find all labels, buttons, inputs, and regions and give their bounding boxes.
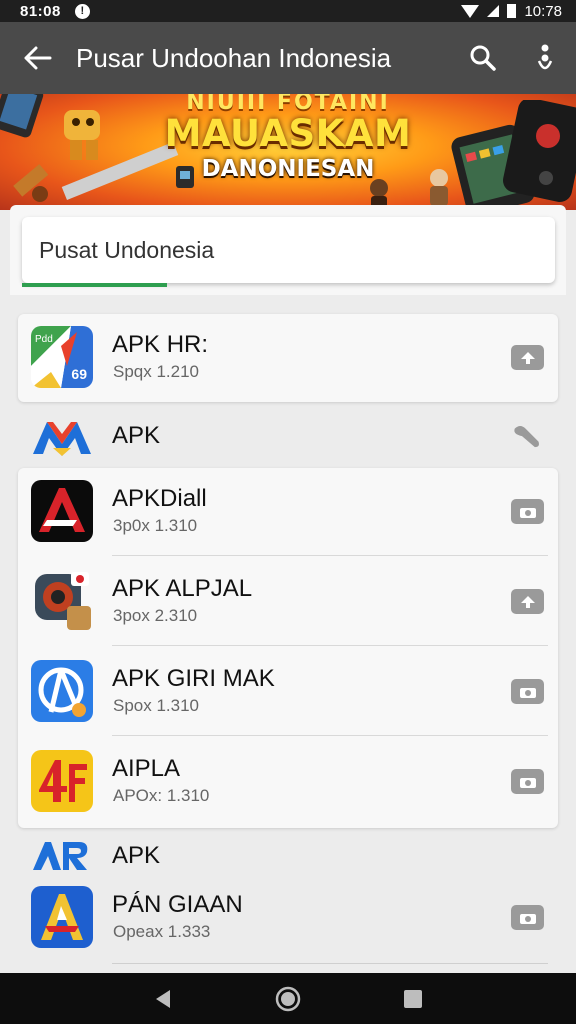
list-item[interactable]: Pdd 69 APK HR: Spqx 1.210 xyxy=(0,314,576,402)
pin-icon xyxy=(514,425,539,447)
list-item[interactable]: APK GIRI MAK Spox 1.310 xyxy=(0,648,576,736)
colored-map-icon: Pdd 69 xyxy=(31,326,93,388)
banner-headline: MAUASKAM xyxy=(164,112,412,155)
yellow-4f-icon xyxy=(31,750,93,812)
pin-button[interactable] xyxy=(511,424,544,449)
status-time-left: 81:08 xyxy=(20,2,61,20)
app-version: Spqx 1.210 xyxy=(113,362,200,381)
app-name: APK ALPJAL xyxy=(112,575,253,602)
app-version: 3p0x 1.310 xyxy=(113,516,198,535)
app-name: AIPLA xyxy=(112,755,181,782)
page-title: Pusar Undoohan Indonesia xyxy=(76,42,392,73)
loading-progress-bar xyxy=(22,283,167,287)
camera-button[interactable] xyxy=(511,769,544,794)
list-item[interactable]: APKDiall 3p0x 1.310 xyxy=(0,468,576,556)
m-logo-icon xyxy=(31,418,93,458)
camera-icon xyxy=(519,507,536,518)
status-time-right: 10:78 xyxy=(524,2,562,20)
nav-home-button[interactable] xyxy=(258,973,318,1024)
upload-icon xyxy=(520,351,535,364)
upload-icon xyxy=(520,595,535,608)
app-bar: Pusar Undoohan Indonesia xyxy=(0,22,576,94)
camera-icon xyxy=(519,777,536,788)
app-version: 3pox 2.310 xyxy=(113,606,198,625)
app-version: Opeax 1.333 xyxy=(113,922,211,941)
row-divider xyxy=(112,555,548,556)
camera-button[interactable] xyxy=(511,905,544,930)
app-name: APK GIRI MAK xyxy=(112,665,275,692)
app-name: APK HR: xyxy=(112,331,209,358)
camera-button[interactable] xyxy=(511,679,544,704)
ar-logo-icon xyxy=(31,838,93,874)
nav-recents-button[interactable] xyxy=(383,973,443,1024)
cell-signal-icon xyxy=(487,5,500,17)
screen: 81:08 ! 10:78 Pusar Undoohan Indonesia N… xyxy=(0,0,576,1024)
game-console-icon xyxy=(31,570,93,632)
blue-app-icon xyxy=(31,660,93,722)
search-button[interactable] xyxy=(452,22,514,94)
search-icon xyxy=(470,45,496,71)
list-item[interactable]: APK xyxy=(0,402,576,468)
blue-a-icon xyxy=(31,886,93,948)
overflow-menu-button[interactable] xyxy=(514,22,576,94)
row-divider xyxy=(112,645,548,646)
row-divider xyxy=(112,963,548,964)
svg-text:Pdd: Pdd xyxy=(35,334,53,345)
upload-button[interactable] xyxy=(511,589,544,614)
camera-icon xyxy=(519,687,536,698)
system-nav-bar xyxy=(0,973,576,1024)
row-divider xyxy=(112,735,548,736)
overflow-menu-icon xyxy=(537,44,553,70)
back-arrow-icon xyxy=(24,46,52,70)
wifi-icon xyxy=(461,4,480,18)
battery-icon xyxy=(507,4,517,18)
app-badge: 69 xyxy=(71,366,87,382)
circle-home-icon xyxy=(275,986,301,1011)
list-item[interactable]: APK ALPJAL 3pox 2.310 xyxy=(0,558,576,646)
app-name: APKDiall xyxy=(112,485,207,512)
square-recents-icon xyxy=(404,989,423,1008)
app-name: PÁN GIAAN xyxy=(112,891,243,918)
red-a-icon xyxy=(31,480,93,542)
search-input[interactable]: Pusat Undonesia xyxy=(22,217,555,283)
app-version: Spox 1.310 xyxy=(113,696,200,715)
app-version: APOx: 1.310 xyxy=(113,786,210,805)
app-name: APK xyxy=(112,422,161,449)
camera-icon xyxy=(519,913,536,924)
upload-button[interactable] xyxy=(511,345,544,370)
app-name: APK xyxy=(112,842,161,869)
triangle-back-icon xyxy=(155,989,170,1008)
nav-back-button[interactable] xyxy=(133,973,193,1024)
back-button[interactable] xyxy=(0,22,76,94)
promo-banner[interactable]: NIUIII FOTAINI MAUASKAM DANONIESAN xyxy=(0,94,576,210)
list-item[interactable]: AIPLA APOx: 1.310 xyxy=(0,738,576,826)
banner-subheadline: DANONIESAN xyxy=(201,156,375,182)
list-item[interactable]: PÁN GIAAN Opeax 1.333 xyxy=(0,874,576,962)
info-icon: ! xyxy=(74,3,90,19)
camera-button[interactable] xyxy=(511,499,544,524)
status-bar: 81:08 ! 10:78 xyxy=(0,0,576,22)
